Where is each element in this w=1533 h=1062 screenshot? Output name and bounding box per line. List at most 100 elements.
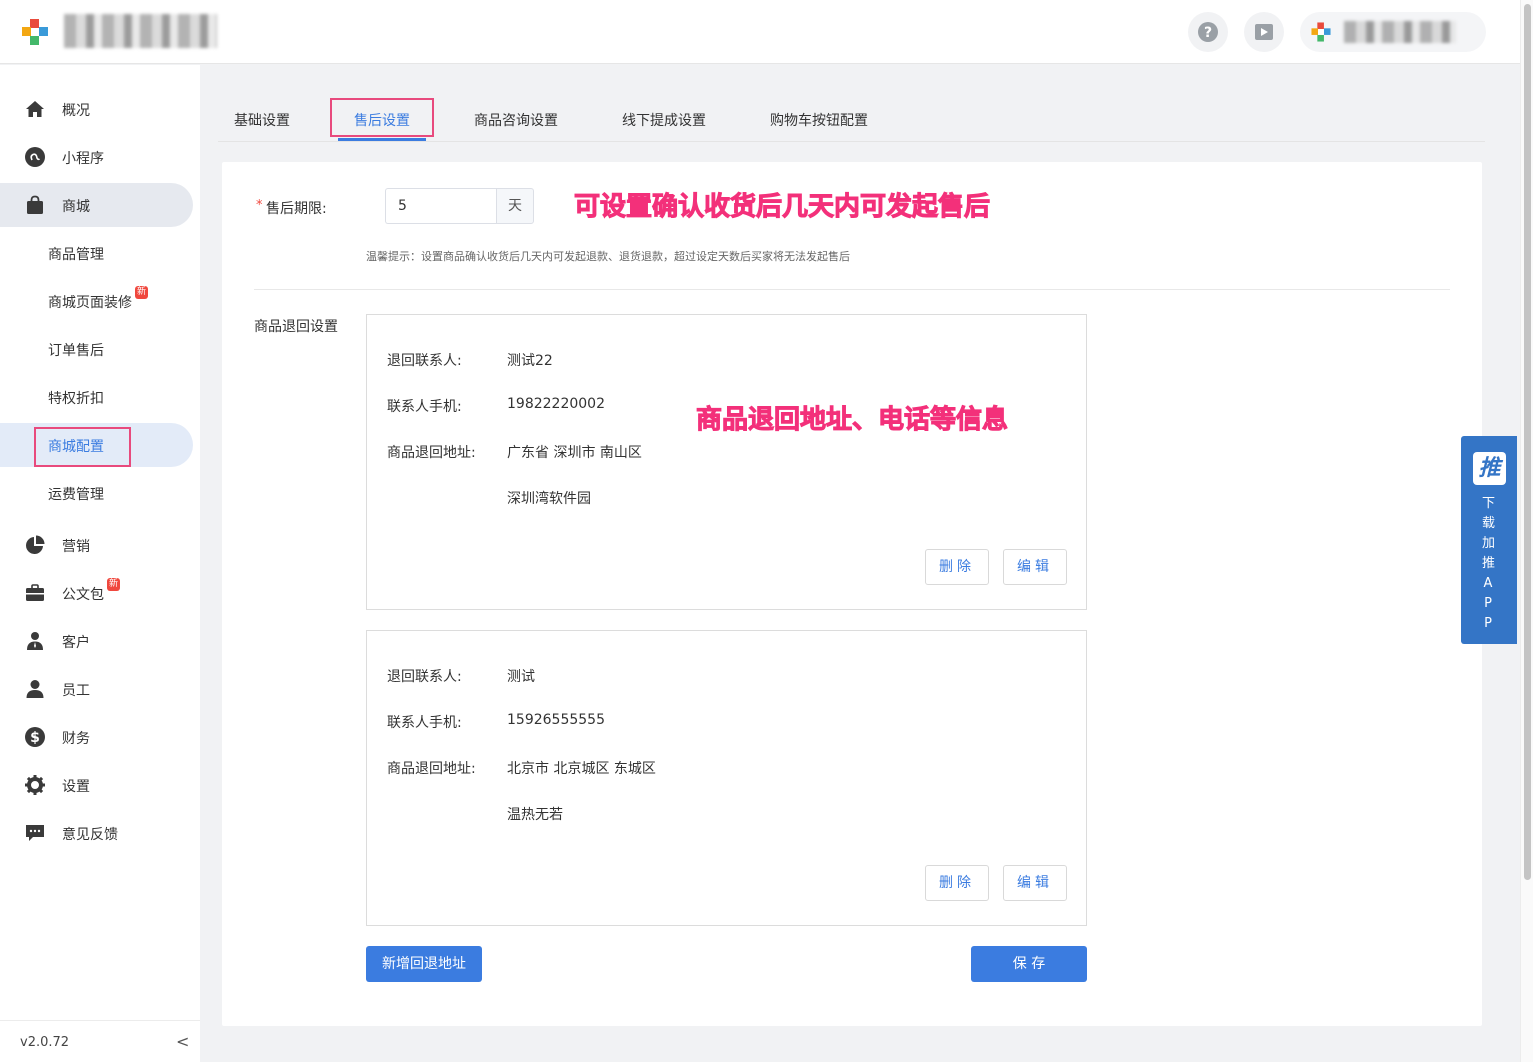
sidebar-item-label: 财务 xyxy=(62,731,90,747)
return-contact-value: 测试 xyxy=(507,669,535,685)
user-avatar xyxy=(1311,22,1331,42)
sidebar-item-marketing[interactable]: 营销 xyxy=(0,523,193,567)
sidebar-footer: v2.0.72 < xyxy=(0,1020,200,1062)
aftersale-settings-panel: * 售后期限: 天 可设置确认收货后几天内可发起售后 温馨提示：设置商品确认收货… xyxy=(222,162,1482,1026)
sidebar-item-mall[interactable]: 商城 xyxy=(0,183,193,227)
play-video-icon xyxy=(1255,24,1273,40)
sidebar-subitem-privilege-discount[interactable]: 特权折扣 xyxy=(0,375,193,419)
collapse-sidebar-icon[interactable]: < xyxy=(176,1032,189,1051)
return-address-detail: 深圳湾软件园 xyxy=(507,491,591,507)
sidebar-subitem-shipping-management[interactable]: 运费管理 xyxy=(0,471,193,515)
return-contact-label: 退回联系人: xyxy=(387,669,462,685)
sidebar-item-briefcase[interactable]: 公文包 新 xyxy=(0,571,193,615)
question-circle-icon: ? xyxy=(1198,22,1218,42)
svg-text:$: $ xyxy=(30,730,40,746)
help-button[interactable]: ? xyxy=(1188,12,1228,52)
sidebar-item-overview[interactable]: 概况 xyxy=(0,87,193,131)
contact-phone-label: 联系人手机: xyxy=(387,715,462,731)
return-contact-label: 退回联系人: xyxy=(387,353,462,369)
brand-logo[interactable] xyxy=(20,17,50,47)
aftersale-period-unit: 天 xyxy=(496,188,534,224)
scrollbar-thumb[interactable] xyxy=(1524,4,1531,880)
page-scrollbar[interactable] xyxy=(1520,0,1533,1062)
return-address-card: 退回联系人: 测试22 联系人手机: 19822220002 商品退回地址: 广… xyxy=(366,314,1087,610)
app-version: v2.0.72 xyxy=(20,1035,70,1050)
sidebar-item-label: 营销 xyxy=(62,539,90,555)
sidebar-subitem-label: 订单售后 xyxy=(48,343,104,359)
delete-address-button[interactable]: 删除 xyxy=(925,549,989,585)
user-name-redacted xyxy=(1344,21,1456,43)
return-address-region: 北京市 北京城区 东城区 xyxy=(507,761,656,777)
sidebar-item-feedback[interactable]: 意见反馈 xyxy=(0,811,193,855)
sidebar-item-label: 客户 xyxy=(62,635,90,651)
sidebar-subitem-label: 商城页面装修 新 xyxy=(48,286,148,312)
brand-name-redacted xyxy=(64,14,217,48)
sidebar-item-label: 商城 xyxy=(62,199,90,215)
edit-address-button[interactable]: 编辑 xyxy=(1003,865,1067,901)
download-app-label: 下载加推APP xyxy=(1482,496,1498,631)
aftersale-period-input[interactable] xyxy=(385,188,497,224)
download-app-text: 下载加推APP xyxy=(1461,494,1517,634)
app-logo-icon: 推 xyxy=(1473,452,1506,485)
return-address-label: 商品退回地址: xyxy=(387,761,476,777)
sidebar-item-text: 公文包 xyxy=(62,587,104,603)
svg-text:?: ? xyxy=(1204,25,1212,41)
required-mark: * xyxy=(256,198,263,213)
mini-program-icon xyxy=(25,147,45,167)
pie-chart-icon xyxy=(26,535,45,554)
tab-product-inquiry-settings[interactable]: 商品咨询设置 xyxy=(474,110,558,130)
return-contact-value: 测试22 xyxy=(507,353,553,369)
sidebar-subitem-order-aftersale[interactable]: 订单售后 xyxy=(0,327,193,371)
home-icon xyxy=(26,101,44,117)
sidebar-item-staff[interactable]: 员工 xyxy=(0,667,193,711)
sidebar-item-label: 设置 xyxy=(62,779,90,795)
download-app-float[interactable]: 推 下载加推APP xyxy=(1461,436,1517,644)
contact-phone-label: 联系人手机: xyxy=(387,399,462,415)
sidebar-subitem-label: 运费管理 xyxy=(48,487,104,503)
video-tutorial-button[interactable] xyxy=(1244,12,1284,52)
sidebar-subitem-mall-page-decoration[interactable]: 商城页面装修 新 xyxy=(0,279,193,323)
tab-cart-button-config[interactable]: 购物车按钮配置 xyxy=(770,110,868,130)
sidebar-item-label: 意见反馈 xyxy=(62,827,118,843)
new-badge: 新 xyxy=(106,578,120,591)
sidebar-item-label: 公文包 新 xyxy=(62,578,120,604)
shopping-bag-icon xyxy=(27,195,43,214)
dollar-icon: $ xyxy=(25,727,45,747)
highlight-box-mall-config xyxy=(34,427,131,467)
sidebar-item-customers[interactable]: 客户 xyxy=(0,619,193,663)
aftersale-period-tip: 温馨提示：设置商品确认收货后几天内可发起退款、退货退款，超过设定天数后买家将无法… xyxy=(366,250,850,263)
return-address-card: 退回联系人: 测试 联系人手机: 15926555555 商品退回地址: 北京市… xyxy=(366,630,1087,926)
edit-address-button[interactable]: 编辑 xyxy=(1003,549,1067,585)
tab-basic-settings[interactable]: 基础设置 xyxy=(234,110,290,130)
active-tab-indicator xyxy=(338,138,426,141)
return-address-region: 广东省 深圳市 南山区 xyxy=(507,445,642,461)
sidebar-item-label: 概况 xyxy=(62,103,90,119)
top-header: ? xyxy=(0,0,1520,64)
sidebar-subitem-product-management[interactable]: 商品管理 xyxy=(0,231,193,275)
sidebar-item-mini-program[interactable]: 小程序 xyxy=(0,135,193,179)
save-button[interactable]: 保 存 xyxy=(971,946,1087,982)
sidebar-item-settings[interactable]: 设置 xyxy=(0,763,193,807)
return-address-label: 商品退回地址: xyxy=(387,445,476,461)
sidebar-item-label: 小程序 xyxy=(62,151,104,167)
sidebar-subitem-text: 商城页面装修 xyxy=(48,295,132,311)
highlight-box-aftersale-tab xyxy=(330,98,434,137)
sidebar-item-label: 员工 xyxy=(62,683,90,699)
sidebar-item-finance[interactable]: $ 财务 xyxy=(0,715,193,759)
user-icon xyxy=(26,680,44,698)
sidebar: 概况 小程序 商城 商品管理 商城页面装修 新 订单售后 特权折扣 商城配置 运… xyxy=(0,65,200,1062)
annotation-address-note: 商品退回地址、电话等信息 xyxy=(695,405,1009,436)
user-account-menu[interactable] xyxy=(1300,12,1486,52)
annotation-period-note: 可设置确认收货后几天内可发起售后 xyxy=(573,192,991,223)
delete-address-button[interactable]: 删除 xyxy=(925,865,989,901)
contact-phone-value: 19822220002 xyxy=(507,396,605,412)
tab-offline-commission-settings[interactable]: 线下提成设置 xyxy=(622,110,706,130)
customer-icon xyxy=(27,632,43,650)
add-return-address-button[interactable]: 新增回退地址 xyxy=(366,946,482,982)
briefcase-icon xyxy=(26,584,44,601)
new-badge: 新 xyxy=(134,286,148,299)
comment-icon xyxy=(26,825,44,841)
section-divider xyxy=(254,289,1450,290)
gear-icon xyxy=(25,775,45,795)
contact-phone-value: 15926555555 xyxy=(507,712,605,728)
